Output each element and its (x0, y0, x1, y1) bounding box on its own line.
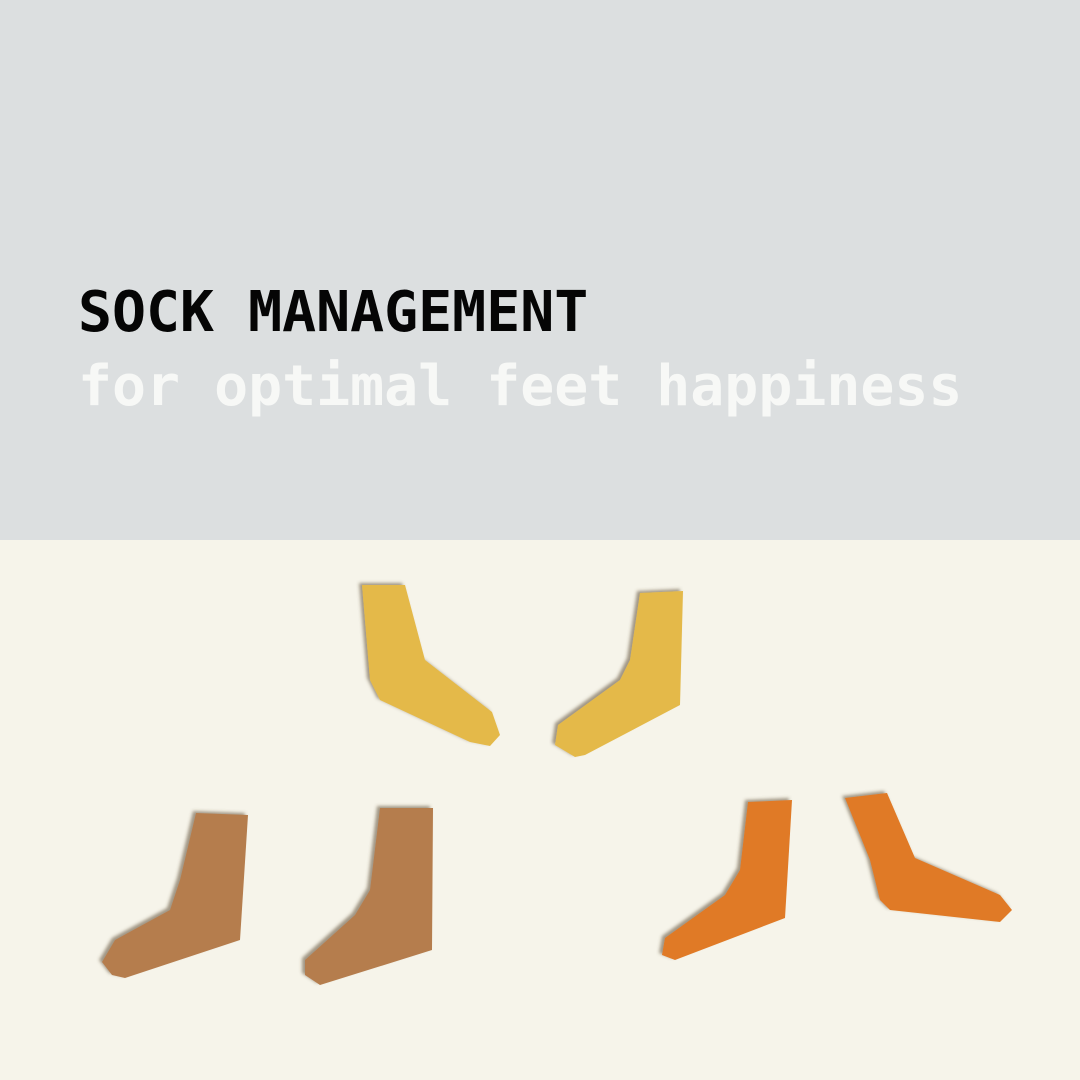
brown-sock-right (305, 808, 433, 985)
orange-sock-pair (662, 793, 1012, 960)
socks-illustration (102, 585, 1012, 985)
brown-sock-pair (102, 808, 433, 985)
yellow-sock-left (362, 585, 500, 746)
yellow-sock-pair (362, 585, 683, 757)
orange-sock-left (662, 800, 792, 960)
yellow-sock-right (555, 591, 683, 757)
orange-sock-right (845, 793, 1012, 922)
brown-sock-left (102, 813, 248, 978)
